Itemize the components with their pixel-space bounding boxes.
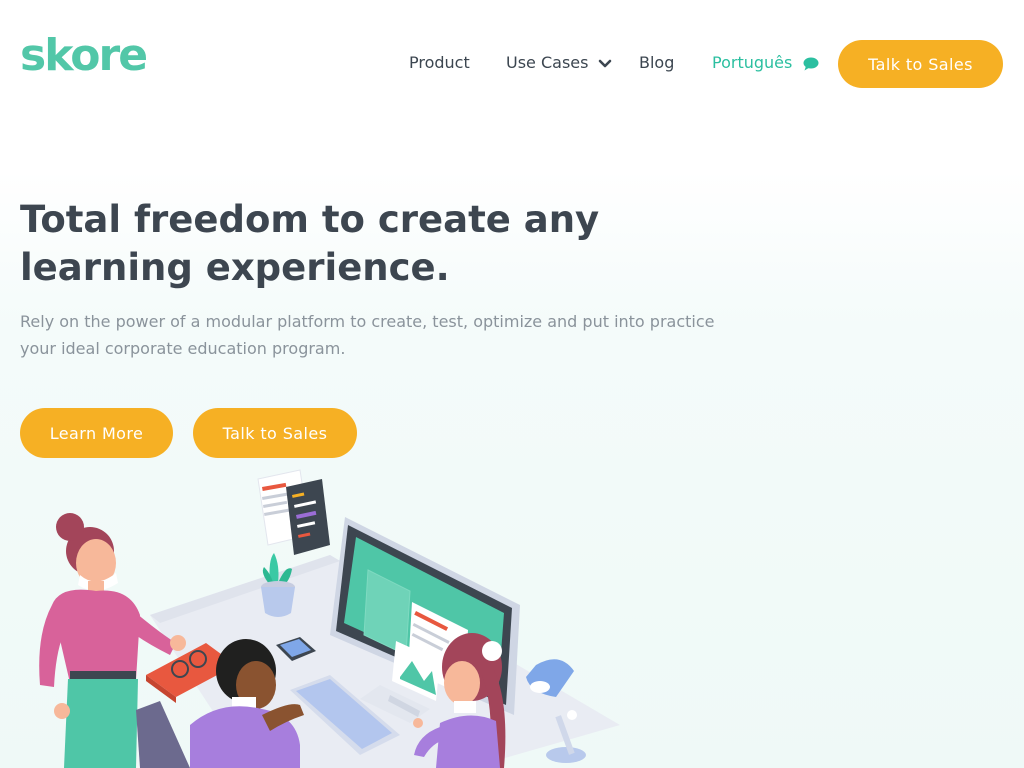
nav-item-label: Use Cases — [506, 53, 589, 72]
nav-item-label: Blog — [639, 53, 675, 72]
nav-item-product[interactable]: Product — [409, 52, 470, 74]
nav-item-label: Product — [409, 53, 470, 72]
nav-item-blog[interactable]: Blog — [639, 52, 674, 74]
page: skore Product Use Cases Blog Português T… — [0, 0, 1024, 768]
chevron-down-icon — [598, 59, 611, 67]
hero-subtitle: Rely on the power of a modular platform … — [20, 312, 715, 358]
language-label: Português — [712, 53, 793, 72]
document-card-icon — [257, 469, 330, 555]
hero-title: Total freedom to create any learning exp… — [20, 198, 600, 289]
skore-logo[interactable]: skore — [20, 30, 148, 82]
hero-talk-to-sales-button[interactable]: Talk to Sales — [193, 408, 357, 458]
nav-item-use-cases[interactable]: Use Cases — [506, 52, 612, 74]
team-working-at-desk-illustration — [39, 469, 620, 768]
plant-icon — [261, 553, 295, 617]
learn-more-button[interactable]: Learn More — [20, 408, 173, 458]
language-switcher[interactable]: Português — [712, 52, 819, 74]
chat-bubble-icon — [803, 57, 819, 70]
header-talk-to-sales-button[interactable]: Talk to Sales — [838, 40, 1003, 88]
